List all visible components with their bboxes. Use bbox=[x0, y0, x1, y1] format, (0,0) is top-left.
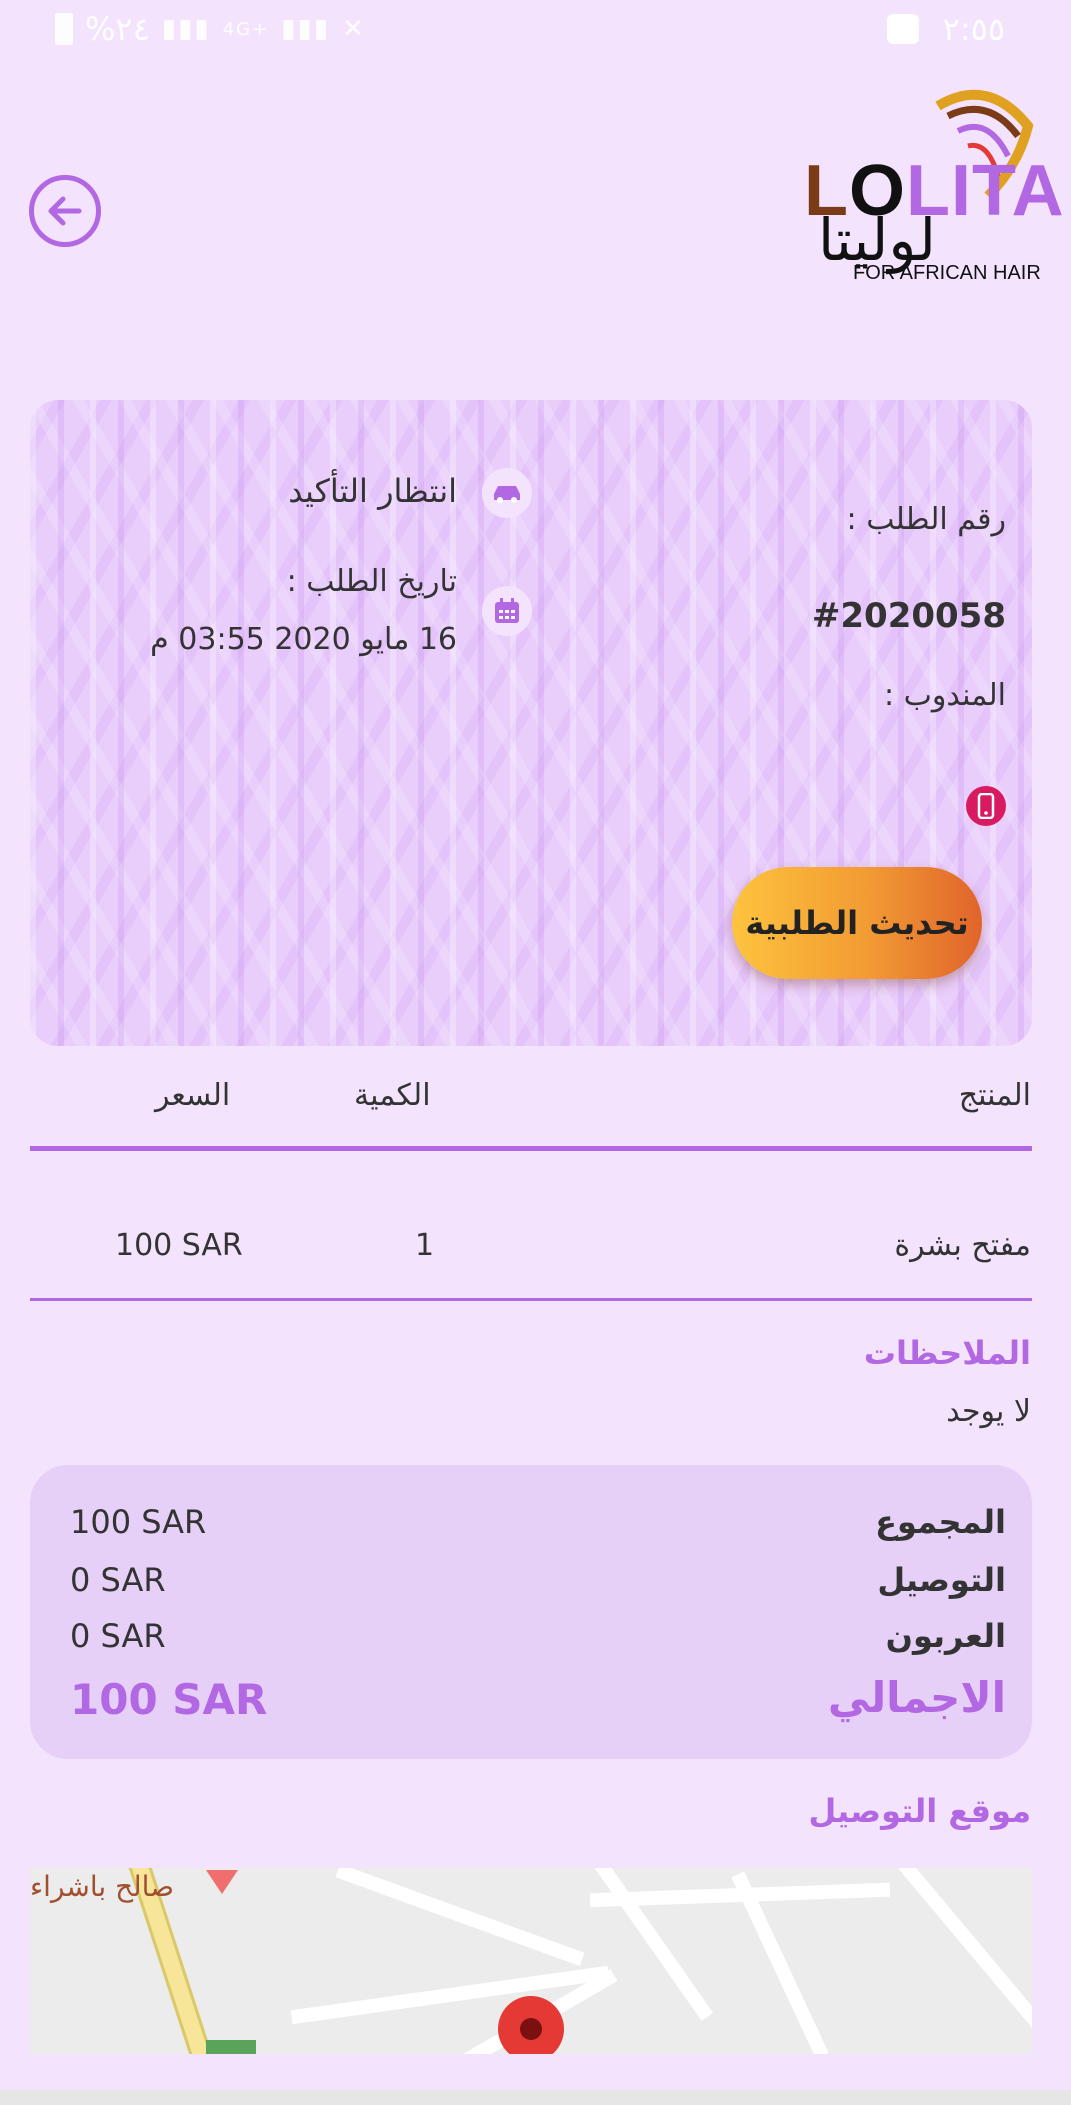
column-header-price: السعر bbox=[155, 1078, 231, 1113]
location-pin-icon[interactable] bbox=[498, 1996, 564, 2054]
order-card: رقم الطلب : #2020058 المندوب : انتظار ال… bbox=[30, 400, 1032, 1046]
delivery-label: التوصيل bbox=[877, 1561, 1006, 1599]
status-left-group: %٢٤ ▮▮▮ 4G+ ▮▮▮ ✕ bbox=[55, 10, 366, 48]
order-summary: المجموع 100 SAR التوصيل 0 SAR العربون 0 … bbox=[30, 1465, 1032, 1759]
arrow-left-icon bbox=[48, 196, 82, 226]
back-button[interactable] bbox=[29, 175, 101, 247]
map-road bbox=[335, 1868, 585, 1967]
signal-icon: ▮▮▮ bbox=[161, 14, 211, 44]
status-time: ٢:٥٥ bbox=[942, 10, 1005, 48]
map-road bbox=[290, 1965, 610, 2025]
lolita-logo: LOLITA لوليتا FOR AFRICAN HAIR bbox=[798, 86, 1064, 296]
table-header-divider bbox=[30, 1146, 1032, 1151]
delivery-map[interactable]: صالح باشراء bbox=[30, 1868, 1032, 2054]
bottom-edge bbox=[0, 2090, 1071, 2105]
delivery-location-title: موقع التوصيل bbox=[808, 1792, 1031, 1830]
delivery-value: 0 SAR bbox=[70, 1561, 166, 1599]
total-label: الاجمالي bbox=[827, 1673, 1006, 1722]
vibrate-icon: ✕ bbox=[342, 14, 366, 44]
battery-percent: %٢٤ bbox=[85, 10, 150, 48]
status-bar: %٢٤ ▮▮▮ 4G+ ▮▮▮ ✕ ٢:٥٥ bbox=[0, 0, 1071, 62]
row-quantity: 1 bbox=[415, 1228, 435, 1263]
map-street-label: صالح باشراء bbox=[30, 1870, 174, 1903]
update-order-button[interactable]: تحديث الطلبية bbox=[732, 867, 982, 979]
subtotal-label: المجموع bbox=[875, 1503, 1006, 1541]
logo-subtitle: FOR AFRICAN HAIR bbox=[853, 262, 1041, 284]
courier-label: المندوب : bbox=[884, 678, 1006, 713]
subtotal-value: 100 SAR bbox=[70, 1503, 207, 1541]
table-row-divider bbox=[30, 1298, 1032, 1301]
order-date: 16 مايو 2020 03:55 م bbox=[150, 622, 457, 657]
table-row: مفتح بشرة 1 100 SAR bbox=[0, 1228, 1071, 1272]
mobile-icon bbox=[977, 793, 995, 819]
network-type: 4G+ bbox=[222, 18, 270, 40]
map-road bbox=[891, 1868, 1032, 2054]
car-icon bbox=[482, 468, 532, 518]
deposit-value: 0 SAR bbox=[70, 1617, 166, 1655]
order-number: #2020058 bbox=[811, 596, 1006, 636]
wifi-icon bbox=[886, 14, 919, 44]
row-product: مفتح بشرة bbox=[894, 1228, 1031, 1263]
phone-icon[interactable] bbox=[966, 786, 1006, 826]
total-value: 100 SAR bbox=[70, 1675, 268, 1724]
map-marker-small-icon bbox=[206, 1870, 238, 1894]
notes-value: لا يوجد bbox=[946, 1394, 1031, 1429]
map-park bbox=[206, 2040, 256, 2054]
notes-title: الملاحظات bbox=[863, 1334, 1031, 1372]
order-date-label: تاريخ الطلب : bbox=[286, 564, 457, 599]
column-header-quantity: الكمية bbox=[354, 1078, 431, 1113]
calendar-icon bbox=[482, 586, 532, 636]
column-header-product: المنتج bbox=[958, 1078, 1031, 1113]
signal-icon-2: ▮▮▮ bbox=[281, 14, 331, 44]
status-right-group: ٢:٥٥ bbox=[886, 10, 1005, 48]
deposit-label: العربون bbox=[885, 1617, 1006, 1655]
row-price: 100 SAR bbox=[115, 1228, 243, 1263]
order-number-label: رقم الطلب : bbox=[846, 502, 1006, 537]
order-status: انتظار التأكيد bbox=[288, 472, 457, 510]
battery-icon bbox=[55, 13, 73, 45]
location-pin-dot bbox=[520, 2018, 542, 2040]
